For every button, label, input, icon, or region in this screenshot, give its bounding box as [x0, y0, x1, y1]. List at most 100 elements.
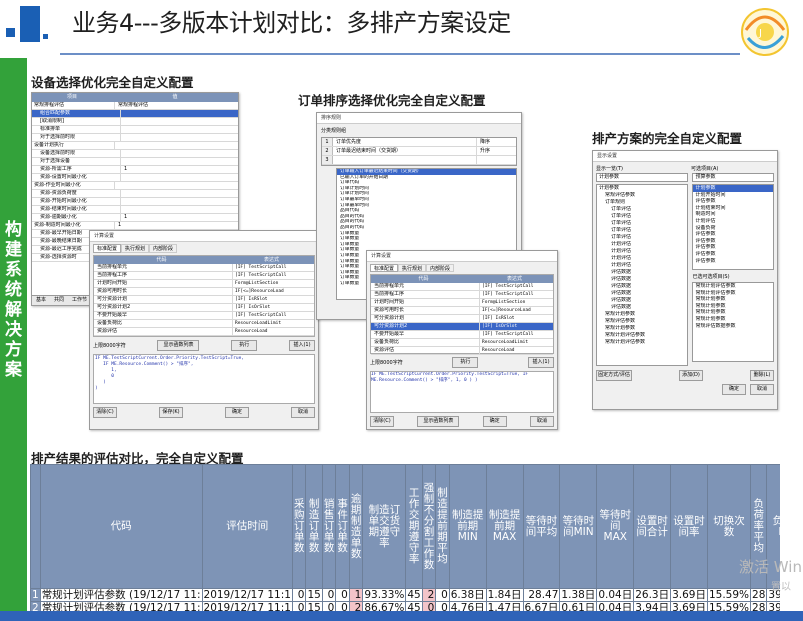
device-tab-common[interactable]: 共同 — [50, 296, 68, 305]
table-row[interactable]: 设备负荷比 ResourceLoadLimit — [94, 320, 314, 328]
calc-keep-button[interactable]: 保存(K) — [159, 407, 183, 418]
list-item[interactable]: 计划开始时间 — [693, 192, 773, 199]
plan-left-combo[interactable]: 计划参数 — [596, 173, 689, 182]
list-item[interactable]: 常规计划参数 — [693, 316, 773, 323]
calc-tab-exec[interactable]: 执行规划 — [121, 244, 150, 253]
list-item[interactable]: 常规计划参数 — [693, 309, 773, 316]
list-item[interactable]: 常规评估数据参数 — [693, 323, 773, 330]
tree-item[interactable]: 评估数据 — [597, 304, 687, 311]
table-row[interactable]: 当前排程单元 [IF] TestScriptCall — [371, 283, 553, 291]
table-row[interactable]: 资源评估 ResourceLoad — [371, 347, 553, 355]
plan-tree[interactable]: 计划参数 常规评估参数 订单规则 订单评估 订单评估 订单评估 订单评估 订单评估 计划评估 计划… — [596, 184, 689, 366]
list-item[interactable]: 计划评估 — [693, 218, 773, 225]
list-item[interactable]: 常规计划参数 — [693, 303, 773, 310]
order-inner-ok-button[interactable]: 确定 — [482, 416, 507, 427]
calc-clear-button[interactable]: 清除(C) — [93, 407, 117, 418]
tree-item[interactable]: 常规计划参数 — [597, 325, 687, 332]
table-row[interactable]: 设备选择前时限 — [32, 150, 238, 158]
table-row[interactable]: 设备负荷比 ResourceLoadLimit — [371, 339, 553, 347]
table-row[interactable]: 不要开始最早 [IF] TestScriptCall — [371, 331, 553, 339]
table-row[interactable]: 可分资源计划 [IF] IsRSlot — [371, 315, 553, 323]
calc-tab-internal[interactable]: 内部阶段 — [149, 244, 178, 253]
calc-ok-button[interactable]: 确定 — [225, 407, 249, 418]
list-item[interactable]: 评估参数 — [693, 198, 773, 205]
tree-item[interactable]: 订单评估 — [597, 220, 687, 227]
plan-lock-button[interactable]: 固定方式/评估 — [596, 370, 632, 381]
table-row[interactable]: [取消限制] — [32, 118, 238, 126]
table-row[interactable]: 资源-作业时间最小化 — [32, 182, 238, 190]
tree-item[interactable]: 计划评估 — [597, 248, 687, 255]
table-row[interactable]: 资源-开始时间最小化 — [32, 198, 238, 206]
table-row[interactable]: 可分资源计划2 [IF] IsOrSlot — [371, 323, 553, 331]
plan-delete-button[interactable]: 删除(L) — [750, 370, 774, 381]
tree-item[interactable]: 常规计划评估参数 — [597, 339, 687, 346]
tree-item[interactable]: 计划评估 — [597, 255, 687, 262]
table-row[interactable]: 计划时间开始 Form@ListSection — [371, 299, 553, 307]
order-inner-fullscreen-button[interactable]: 显示函数列表 — [417, 416, 460, 427]
calc-cancel-button[interactable]: 取消 — [291, 407, 315, 418]
table-row[interactable]: 当前排程工序 [IF] TestScriptCall — [371, 291, 553, 299]
calc-insert-button[interactable]: 插入(1) — [288, 340, 315, 351]
list-item[interactable]: 设备负荷 — [693, 225, 773, 232]
table-row[interactable]: 常规排程评估 常规排程评估 — [32, 102, 238, 110]
list-item[interactable]: 评估参数 — [693, 258, 773, 265]
table-row[interactable]: 资源可用时长 IF[<=]ResourceLoad — [94, 288, 314, 296]
plan-add-button[interactable]: 添加(D) — [679, 370, 703, 381]
tree-item[interactable]: 评估数据 — [597, 269, 687, 276]
calc-script-editor[interactable]: IF ME.TestScriptCurrent.Order.Priority.T… — [93, 354, 315, 404]
calc-exec-button[interactable]: 执行 — [231, 340, 258, 351]
plan-list-top[interactable]: 计划参数 计划开始时间 评估参数 计划结束时间 制造时间 计划评估 设备负荷 评估参数 评估参数… — [692, 184, 774, 270]
table-row[interactable]: 可分资源计划2 [IF] IsOrSlot — [94, 304, 314, 312]
table-row[interactable]: 资源评估 ResourceLoad — [94, 328, 314, 336]
tree-item[interactable]: 常规评估参数 — [597, 192, 687, 199]
table-row[interactable]: 1 订单优先度 降序 — [322, 138, 516, 147]
tree-item[interactable]: 订单评估 — [597, 206, 687, 213]
tree-item[interactable]: 评估数据 — [597, 283, 687, 290]
table-row[interactable]: 当前排程工序 [IF] TestScriptCall — [94, 272, 314, 280]
table-row[interactable]: 1 常规计划评估参数 (19/12/17 11: 2019/12/17 11:1 0 1… — [30, 588, 780, 602]
order-inner-script[interactable]: IF ME.TestScriptCurrent.Order.Priority.T… — [370, 371, 554, 413]
tree-item[interactable]: 评估数据 — [597, 290, 687, 297]
table-row[interactable]: 组合匹配参数 — [32, 110, 238, 118]
table-row[interactable]: 2 订单最迟结束时间（交货期） 升序 — [322, 147, 516, 156]
tree-item[interactable]: 订单评估 — [597, 213, 687, 220]
table-row[interactable]: 设备计划执行 — [32, 142, 238, 150]
table-row[interactable]: 可分资源计划 [IF] IsRSlot — [94, 296, 314, 304]
table-row[interactable]: 对于选择设备 — [32, 158, 238, 166]
order-inner-tab-exec[interactable]: 执行规划 — [398, 264, 427, 272]
plan-cancel-button[interactable]: 取消 — [750, 384, 774, 395]
device-tab-basic[interactable]: 基本 — [32, 296, 50, 305]
table-row[interactable]: 资源-资源负荷度 — [32, 190, 238, 198]
order-inner-tab-internal[interactable]: 内部阶段 — [426, 264, 455, 272]
table-row[interactable]: 计划时间开始 Form@ListSection — [94, 280, 314, 288]
order-inner-cancel-button[interactable]: 取消 — [529, 416, 554, 427]
calc-tab-standard[interactable]: 标准配置 — [93, 244, 122, 253]
order-inner-clear-button[interactable]: 清除(C) — [370, 416, 394, 427]
tree-item[interactable]: 常规计划评估参数 — [597, 332, 687, 339]
table-row[interactable]: 不要开始最早 [IF] TestScriptCall — [94, 312, 314, 320]
tree-item[interactable]: 计划参数 — [597, 185, 687, 192]
table-row[interactable]: 资源-逾期最小化 1 — [32, 214, 238, 222]
table-row[interactable]: 对于选择前时限 — [32, 134, 238, 142]
tree-item[interactable]: 订单评估 — [597, 234, 687, 241]
tree-item[interactable]: 订单评估 — [597, 227, 687, 234]
table-row[interactable]: 资源-设置时间最小化 — [32, 174, 238, 182]
table-row[interactable]: 资源可用时长 IF[<=]ResourceLoad — [371, 307, 553, 315]
list-item[interactable]: 评估参数 — [693, 251, 773, 258]
list-item[interactable]: 计划结束时间 — [693, 205, 773, 212]
plan-right-combo[interactable]: 预算参数 — [692, 173, 774, 182]
table-row[interactable]: 资源-制造时间最小化 1 — [32, 222, 238, 230]
list-item[interactable]: 评估参数 — [693, 231, 773, 238]
table-row[interactable]: 当前排程单元 [IF] TestScriptCall — [94, 264, 314, 272]
tree-item[interactable]: 计划评估 — [597, 241, 687, 248]
tree-item[interactable]: 常规评估参数 — [597, 318, 687, 325]
order-inner-exec-button[interactable]: 执行 — [452, 357, 479, 368]
plan-ok-button[interactable]: 确定 — [722, 384, 746, 395]
list-item[interactable]: 评估参数 — [693, 244, 773, 251]
tree-item[interactable]: 评估数据 — [597, 297, 687, 304]
tree-item[interactable]: 评估数据 — [597, 276, 687, 283]
table-row[interactable]: 资源-结束时间最小化 — [32, 206, 238, 214]
device-tab-work[interactable]: 工作节 — [68, 296, 91, 305]
tree-item[interactable]: 计划评估 — [597, 262, 687, 269]
calc-fullscreen-button[interactable]: 显示函数列表 — [157, 340, 200, 351]
